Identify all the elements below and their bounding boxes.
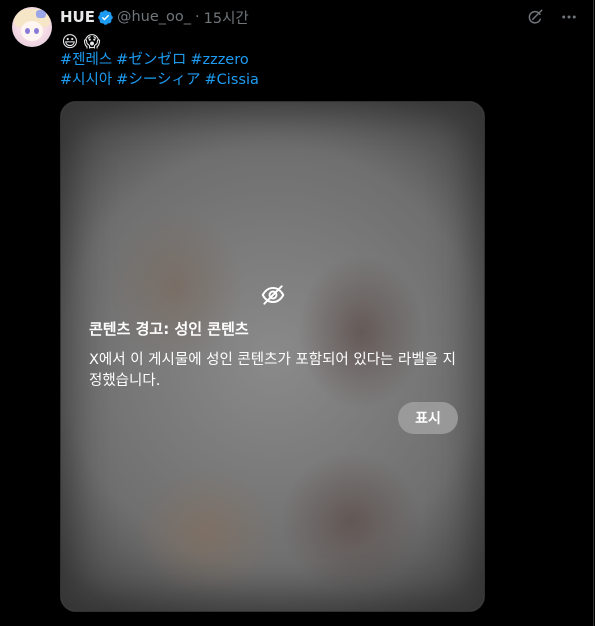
hashtag-link[interactable]: #zzzero (190, 52, 248, 68)
content-warning-title: 콘텐츠 경고: 성인 콘텐츠 (89, 320, 249, 338)
content-warning-description: X에서 이 게시물에 성인 콘텐츠가 포함되어 있다는 라벨을 지정했습니다. (89, 352, 456, 389)
hashtag-link[interactable]: #ゼンゼロ (116, 52, 186, 68)
post-timestamp[interactable]: 15시간 (204, 7, 249, 28)
meta-separator: · (195, 9, 200, 25)
post-header: HUE @hue_oo_ · 15시간 (60, 6, 249, 28)
emoji-screaming: 😱 (83, 31, 101, 51)
post-emoji-line: 😃 😱 (60, 31, 102, 51)
hashtag-link[interactable]: #Cissia (205, 72, 259, 88)
hashtag-link[interactable]: #젠레스 (60, 52, 112, 68)
more-options-icon[interactable] (559, 7, 579, 27)
show-sensitive-button[interactable]: 표시 (398, 402, 458, 434)
hashtag-row: #젠레스 #ゼンゼロ #zzzero (60, 50, 263, 70)
hashtag-link[interactable]: #シーシィア (116, 72, 200, 88)
hashtag-link[interactable]: #시시아 (60, 72, 112, 88)
grok-icon[interactable] (525, 7, 545, 27)
hashtag-row: #시시아 #シーシィア #Cissia (60, 70, 263, 90)
verified-badge-icon (97, 9, 114, 26)
post-actions-top (525, 7, 579, 27)
author-handle[interactable]: @hue_oo_ (117, 9, 191, 25)
column-divider (593, 0, 594, 626)
emoji-grinning: 😃 (61, 31, 79, 51)
post-hashtags: #젠레스 #ゼンゼロ #zzzero #시시아 #シーシィア #Cissia (60, 50, 263, 90)
eye-off-icon (260, 282, 286, 308)
author-display-name[interactable]: HUE (60, 8, 95, 26)
avatar[interactable] (12, 7, 52, 47)
sensitive-media-card[interactable]: 콘텐츠 경고: 성인 콘텐츠 X에서 이 게시물에 성인 콘텐츠가 포함되어 있… (60, 101, 485, 612)
